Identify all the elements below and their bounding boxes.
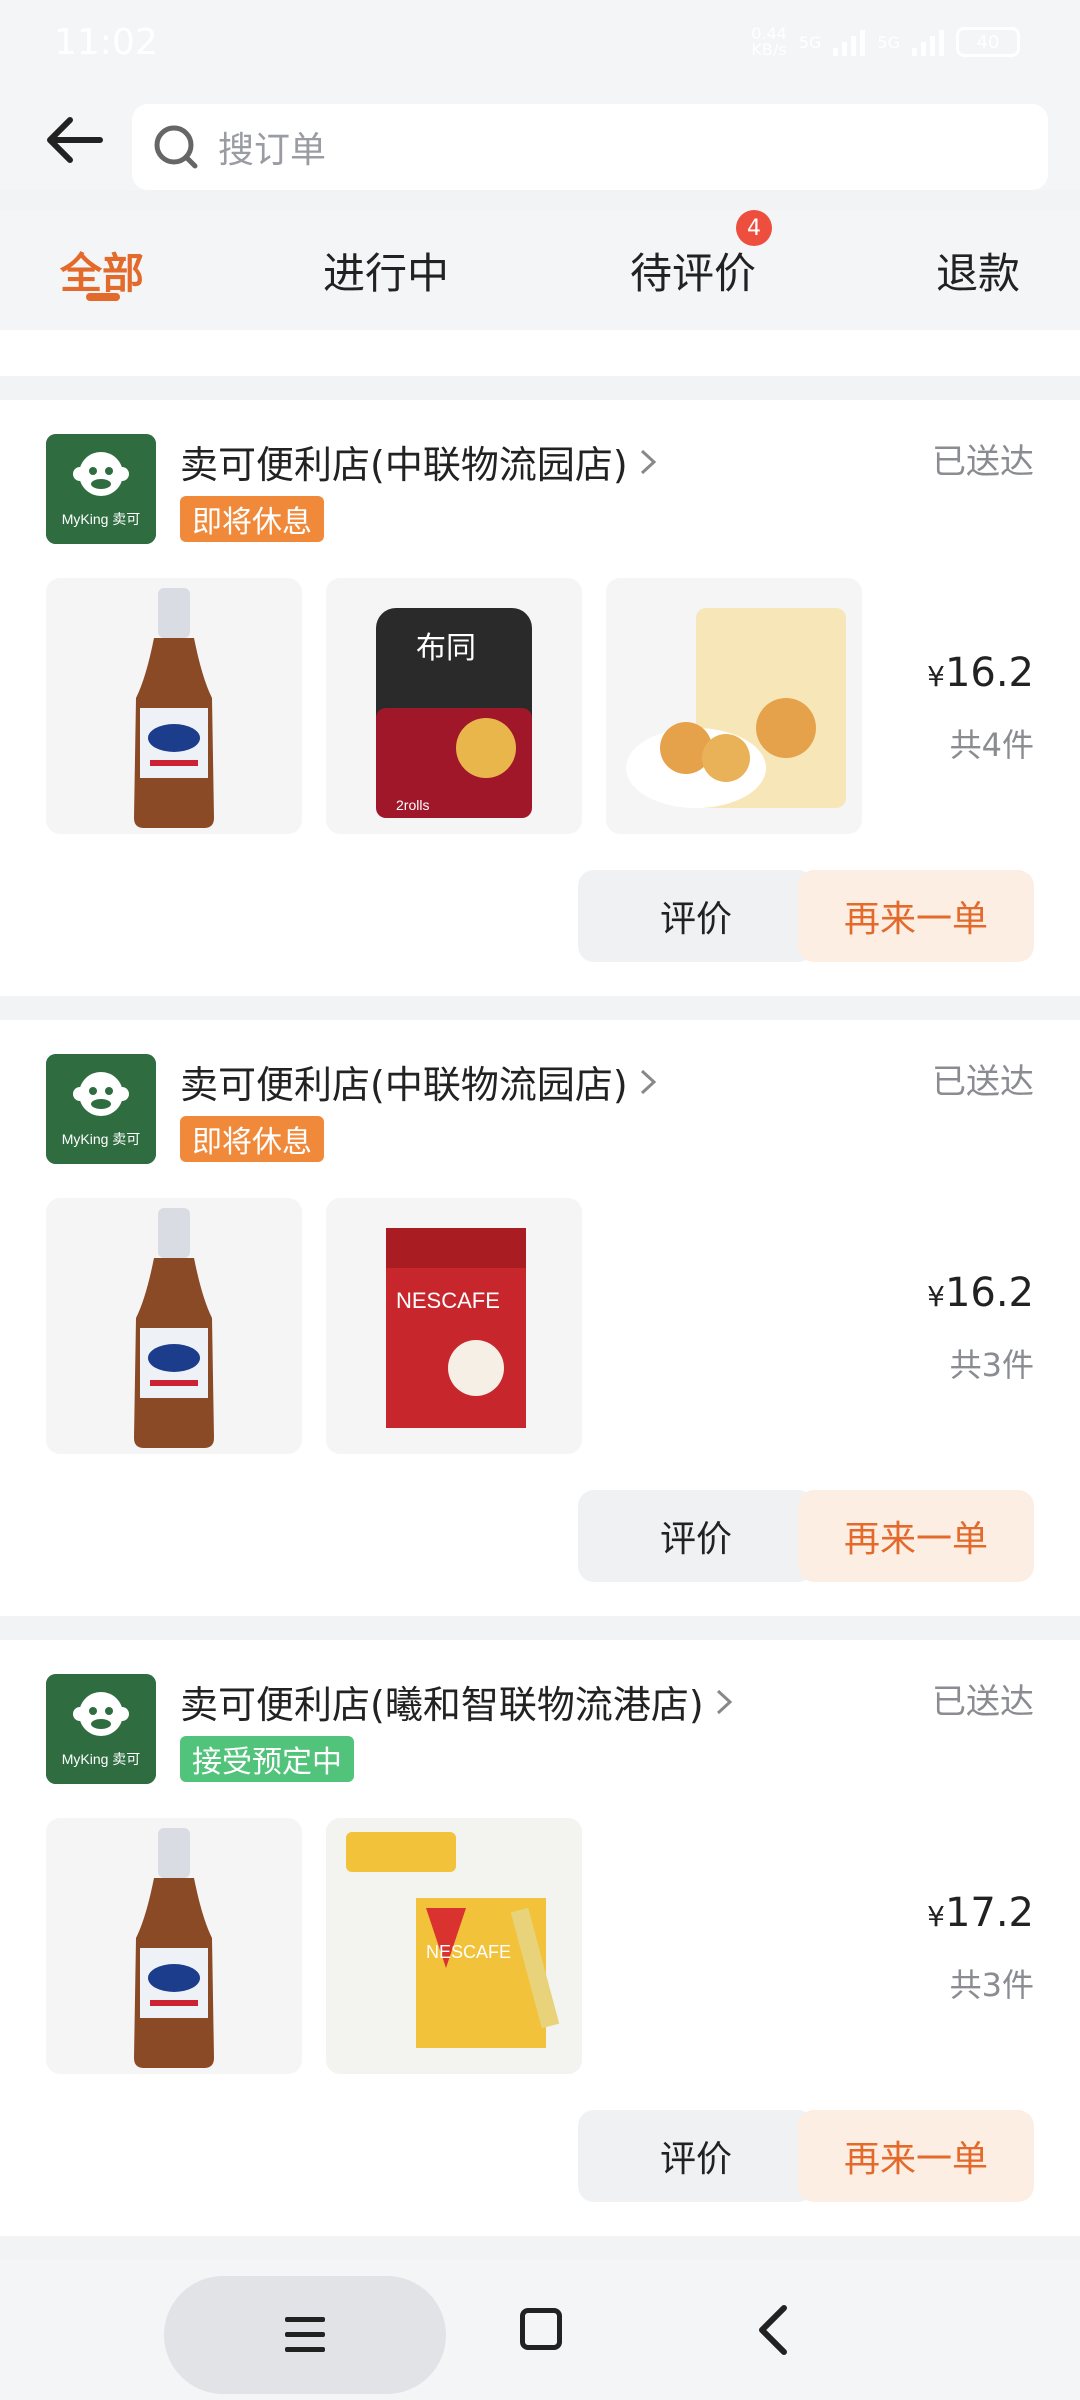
arrow-left-icon <box>47 117 103 163</box>
paper-roll-image: 布同 2rolls <box>376 608 532 818</box>
tab-all[interactable]: 全部 <box>60 240 144 301</box>
product-thumb-paper[interactable]: 布同 2rolls <box>326 578 582 834</box>
chevron-left-icon <box>759 2305 787 2355</box>
store-name-link[interactable]: 卖可便利店(中联物流园店) <box>180 434 658 489</box>
myking-logo-icon: MyKing 卖可 <box>46 434 156 544</box>
chevron-right-icon <box>640 1069 656 1094</box>
svg-text:NESCAFE: NESCAFE <box>426 1942 511 1962</box>
beer-bottle-image <box>134 1208 214 1448</box>
store-name: 卖可便利店(中联物流园店) <box>180 1063 628 1107</box>
home-button[interactable] <box>520 2308 562 2350</box>
product-thumb-beer[interactable] <box>46 1818 302 2074</box>
order-quantity: 共3件 <box>949 1346 1034 1384</box>
search-placeholder: 搜订单 <box>218 130 327 171</box>
svg-text:MyKing 卖可: MyKing 卖可 <box>62 1751 141 1767</box>
product-thumb-coffee[interactable]: NESCAFE <box>326 1198 582 1454</box>
store-tag: 即将休息 <box>180 1116 324 1162</box>
coffee-promo-image: NESCAFE <box>326 1818 582 2074</box>
cake-pack-image <box>626 608 846 808</box>
tab-in-progress[interactable]: 进行中 <box>323 240 449 301</box>
coffee-box-image: NESCAFE <box>386 1228 526 1428</box>
recent-apps-button[interactable] <box>164 2276 446 2394</box>
svg-text:MyKing 卖可: MyKing 卖可 <box>62 1131 141 1147</box>
beer-bottle-image <box>134 1828 214 2068</box>
search-icon <box>154 125 198 169</box>
reorder-button[interactable]: 再来一单 <box>798 870 1034 962</box>
store-logo: MyKing 卖可 <box>46 434 156 544</box>
signal-label-2: 5G <box>877 32 900 52</box>
store-name-link[interactable]: 卖可便利店(曦和智联物流港店) <box>180 1674 734 1729</box>
signal-label-1: 5G <box>798 32 822 52</box>
order-price: ¥17.2 <box>927 1890 1034 1936</box>
product-thumb-beer[interactable] <box>46 1198 302 1454</box>
system-nav-bar <box>0 2260 1080 2400</box>
myking-logo-icon: MyKing 卖可 <box>46 1054 156 1164</box>
status-time: 11:02 <box>54 22 158 63</box>
review-button[interactable]: 评价 <box>578 870 814 962</box>
reorder-button[interactable]: 再来一单 <box>798 2110 1034 2202</box>
status-icons: 0.44 KB/s 5G 5G 40 <box>751 26 1020 58</box>
svg-text:2rolls: 2rolls <box>396 797 429 813</box>
store-logo: MyKing 卖可 <box>46 1054 156 1164</box>
menu-icon <box>285 2317 325 2352</box>
order-quantity: 共4件 <box>949 726 1034 764</box>
order-quantity: 共3件 <box>949 1966 1034 2004</box>
store-logo: MyKing 卖可 <box>46 1674 156 1784</box>
chevron-right-icon <box>716 1689 732 1714</box>
order-status: 已送达 <box>932 1682 1034 1722</box>
previous-card-partial <box>0 330 1080 376</box>
status-bar: 11:02 0.44 KB/s 5G 5G 40 <box>0 0 1080 90</box>
order-price: ¥16.2 <box>927 650 1034 696</box>
store-name-link[interactable]: 卖可便利店(中联物流园店) <box>180 1054 658 1109</box>
active-tab-indicator <box>86 293 120 301</box>
order-card[interactable]: MyKing 卖可 卖可便利店(曦和智联物流港店) 已送达 接受预定中 NESC… <box>0 1640 1080 2236</box>
store-tag: 即将休息 <box>180 496 324 542</box>
order-card[interactable]: MyKing 卖可 卖可便利店(中联物流园店) 已送达 即将休息 布同 2rol… <box>0 400 1080 996</box>
order-status: 已送达 <box>932 1062 1034 1102</box>
battery-icon: 40 <box>956 27 1020 57</box>
review-button[interactable]: 评价 <box>578 1490 814 1582</box>
reorder-button[interactable]: 再来一单 <box>798 1490 1034 1582</box>
store-name: 卖可便利店(曦和智联物流港店) <box>180 1683 704 1727</box>
order-price: ¥16.2 <box>927 1270 1034 1316</box>
signal-icon <box>833 28 866 56</box>
svg-text:布同: 布同 <box>416 632 476 665</box>
signal-icon-2 <box>912 28 944 56</box>
store-name: 卖可便利店(中联物流园店) <box>180 443 628 487</box>
svg-text:NESCAFE: NESCAFE <box>396 1288 500 1313</box>
back-button[interactable] <box>40 110 110 170</box>
system-back-button[interactable] <box>750 2300 800 2360</box>
store-tag: 接受预定中 <box>180 1736 354 1782</box>
header: 搜订单 <box>0 90 1080 190</box>
tab-pending-review[interactable]: 待评价 <box>630 240 756 301</box>
order-status: 已送达 <box>932 442 1034 482</box>
beer-bottle-image <box>134 588 214 828</box>
order-card[interactable]: MyKing 卖可 卖可便利店(中联物流园店) 已送达 即将休息 NESCAFE… <box>0 1020 1080 1616</box>
tab-refund[interactable]: 退款 <box>936 240 1020 301</box>
search-input[interactable]: 搜订单 <box>132 104 1048 190</box>
review-button[interactable]: 评价 <box>578 2110 814 2202</box>
product-thumb-cake[interactable] <box>606 578 862 834</box>
myking-logo-icon: MyKing 卖可 <box>46 1674 156 1784</box>
network-speed: 0.44 KB/s <box>751 24 787 59</box>
product-thumb-coffee-promo[interactable]: NESCAFE <box>326 1818 582 2074</box>
svg-text:MyKing 卖可: MyKing 卖可 <box>62 511 141 527</box>
product-thumb-beer[interactable] <box>46 578 302 834</box>
pending-review-badge: 4 <box>736 210 772 246</box>
tab-bar: 全部 进行中 待评价 4 退款 <box>0 210 1080 330</box>
chevron-right-icon <box>640 449 656 474</box>
